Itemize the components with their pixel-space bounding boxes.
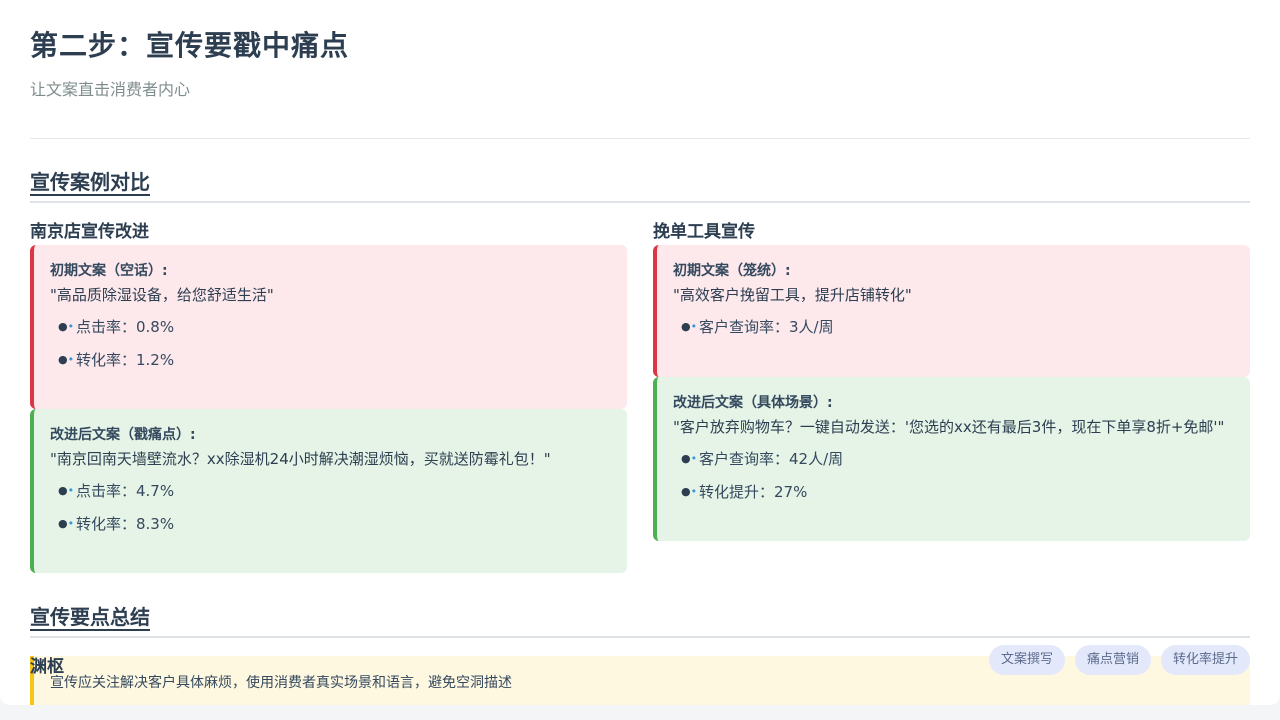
bullet-icon: ●•	[681, 485, 698, 498]
bullet-icon: ●•	[58, 484, 75, 497]
metric-text: 转化率：1.2%	[76, 351, 175, 369]
metric-text: 转化提升：27%	[699, 483, 808, 501]
bullet-icon: ●•	[58, 320, 75, 333]
list-item: ●• 点击率：4.7%	[50, 480, 611, 513]
metrics-list: ●• 点击率：4.7% ●• 转化率：8.3%	[50, 480, 611, 546]
card-quote: "客户放弃购物车？一键自动发送：'您选的xx还有最后3件，现在下单享8折+免邮'…	[673, 418, 1225, 436]
card-label: 改进后文案（戳痛点）:	[50, 427, 196, 443]
after-copy-card: 改进后文案（具体场景）: "客户放弃购物车？一键自动发送：'您选的xx还有最后3…	[653, 377, 1250, 541]
before-copy-card: 初期文案（笼统）: "高效客户挽留工具，提升店铺转化" ●• 客户查询率：3人/周	[653, 245, 1250, 377]
page-title: 第二步：宣传要戳中痛点	[30, 29, 350, 62]
divider	[30, 138, 1250, 139]
metric-text: 点击率：0.8%	[76, 318, 175, 336]
page: 第二步：宣传要戳中痛点 让文案直击消费者内心 宣传案例对比 南京店宣传改进 初期…	[0, 0, 1280, 705]
page-subtitle: 让文案直击消费者内心	[30, 80, 191, 99]
section-heading-summary: 宣传要点总结	[30, 601, 1250, 638]
list-item: ●• 客户查询率：42人/周	[673, 448, 1234, 481]
metric-text: 客户查询率：42人/周	[699, 450, 844, 468]
tag-list: 文案撰写 痛点营销 转化率提升	[988, 645, 1250, 675]
summary-text: 宣传应关注解决客户具体麻烦，使用消费者真实场景和语言，避免空洞描述	[50, 675, 512, 691]
card-label: 初期文案（空话）:	[50, 263, 168, 279]
tag-pain-point-marketing[interactable]: 痛点营销	[1074, 645, 1151, 675]
metrics-list: ●• 客户查询率：3人/周	[673, 316, 1234, 349]
metric-text: 客户查询率：3人/周	[699, 318, 834, 336]
metrics-list: ●• 点击率：0.8% ●• 转化率：1.2%	[50, 316, 611, 382]
list-item: ●• 转化率：8.3%	[50, 513, 611, 546]
after-copy-card: 改进后文案（戳痛点）: "南京回南天墙壁流水？xx除湿机24小时解决潮湿烦恼，买…	[30, 409, 627, 573]
card-quote: "南京回南天墙壁流水？xx除湿机24小时解决潮湿烦恼，买就送防霉礼包！"	[50, 450, 551, 468]
before-copy-card: 初期文案（空话）: "高品质除湿设备，给您舒适生活" ●• 点击率：0.8% ●•…	[30, 245, 627, 409]
tag-copywriting[interactable]: 文案撰写	[988, 645, 1065, 675]
card-label: 初期文案（笼统）:	[673, 263, 791, 279]
bullet-icon: ●•	[681, 452, 698, 465]
section-heading-comparison: 宣传案例对比	[30, 166, 1250, 203]
bullet-icon: ●•	[58, 517, 75, 530]
case-retention-tool: 挽单工具宣传 初期文案（笼统）: "高效客户挽留工具，提升店铺转化" ●• 客户查…	[653, 220, 1250, 541]
case-title: 挽单工具宣传	[653, 222, 755, 242]
card-label: 改进后文案（具体场景）:	[673, 395, 833, 411]
bullet-icon: ●•	[681, 320, 698, 333]
case-title: 南京店宣传改进	[30, 222, 149, 242]
case-nanjing: 南京店宣传改进 初期文案（空话）: "高品质除湿设备，给您舒适生活" ●• 点击率…	[30, 220, 627, 573]
summary-title: 渊枢	[30, 657, 64, 677]
card-quote: "高品质除湿设备，给您舒适生活"	[50, 286, 274, 304]
card-quote: "高效客户挽留工具，提升店铺转化"	[673, 286, 912, 304]
list-item: ●• 客户查询率：3人/周	[673, 316, 1234, 349]
metric-text: 点击率：4.7%	[76, 482, 175, 500]
tag-conversion-boost[interactable]: 转化率提升	[1160, 645, 1250, 675]
metrics-list: ●• 客户查询率：42人/周 ●• 转化提升：27%	[673, 448, 1234, 514]
list-item: ●• 转化提升：27%	[673, 481, 1234, 514]
list-item: ●• 转化率：1.2%	[50, 349, 611, 382]
bullet-icon: ●•	[58, 353, 75, 366]
metric-text: 转化率：8.3%	[76, 515, 175, 533]
list-item: ●• 点击率：0.8%	[50, 316, 611, 349]
